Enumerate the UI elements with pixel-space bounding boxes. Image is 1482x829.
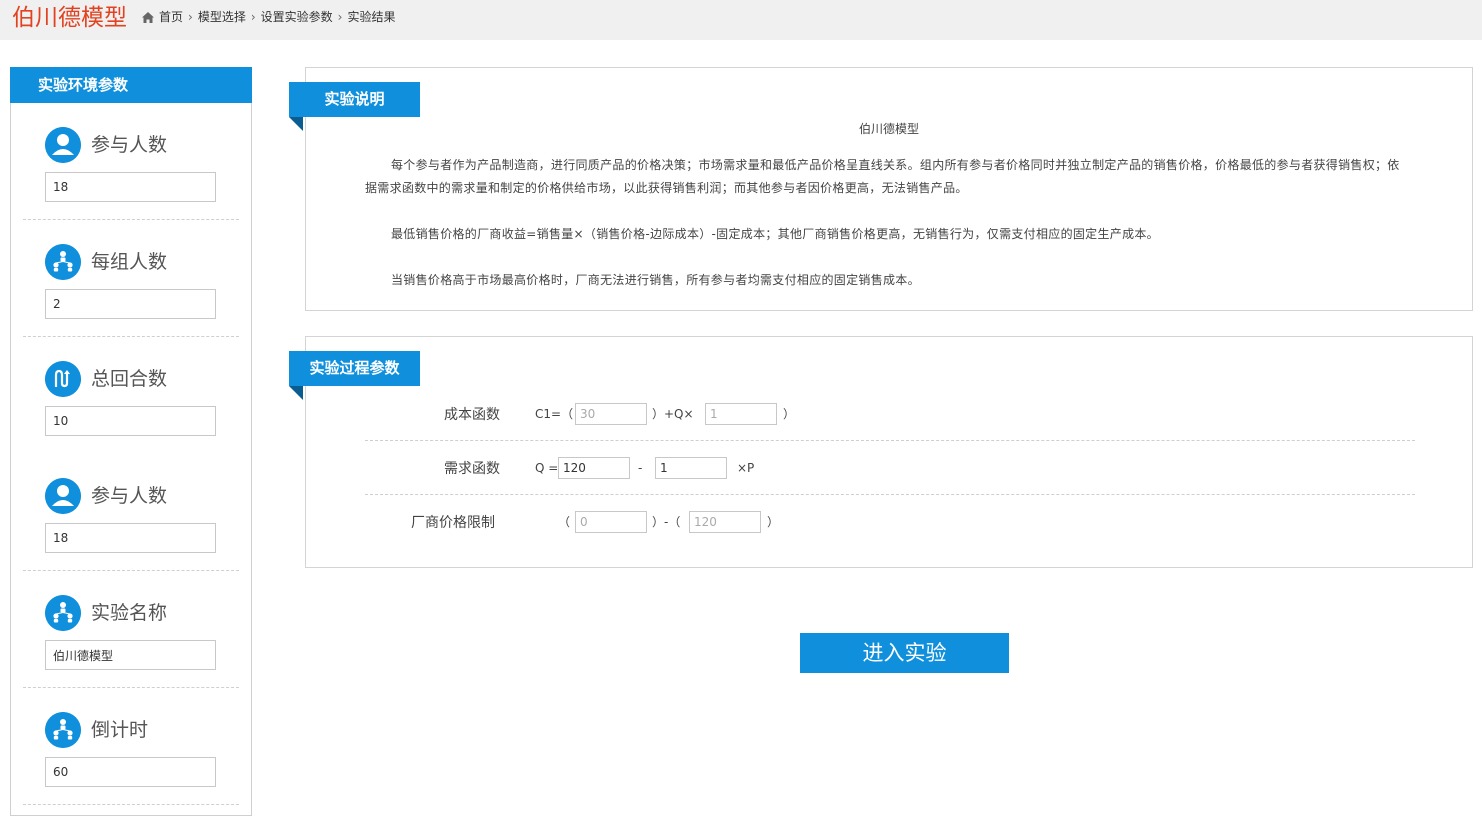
participants-input-2[interactable] <box>45 523 216 553</box>
group-icon <box>45 595 81 631</box>
param-rounds: 总回合数 <box>11 337 251 454</box>
demand-suffix: ×P <box>737 461 755 475</box>
demand-slope-input[interactable] <box>655 457 727 479</box>
countdown-input[interactable] <box>45 757 216 787</box>
top-bar: 伯川德模型 首页 › 模型选择 › 设置实验参数 › 实验结果 <box>0 0 1482 40</box>
group-icon <box>45 712 81 748</box>
description-paragraph-2: 最低销售价格的厂商收益=销售量×（销售价格-边际成本）-固定成本；其他厂商销售价… <box>391 227 1159 241</box>
price-limit-row: 厂商价格限制 （ ）-（ ） <box>365 495 1415 549</box>
cost-function-row: 成本函数 C1=（ ）+Q× ） <box>365 387 1415 441</box>
price-min-input[interactable] <box>575 511 647 533</box>
param-label: 实验名称 <box>91 602 168 624</box>
price-limit-label: 厂商价格限制 <box>411 515 495 531</box>
param-label: 总回合数 <box>91 368 168 390</box>
enter-experiment-button[interactable]: 进入实验 <box>800 633 1009 673</box>
user-icon <box>45 478 81 514</box>
home-icon[interactable] <box>141 11 155 24</box>
marginal-cost-input[interactable] <box>705 403 777 425</box>
cost-mid: ）+Q× <box>652 407 694 421</box>
divider <box>23 804 239 805</box>
param-label: 每组人数 <box>91 251 168 273</box>
demand-intercept-input[interactable] <box>558 457 630 479</box>
description-title: 伯川德模型 <box>858 122 919 136</box>
group-size-input[interactable] <box>45 289 216 319</box>
breadcrumb-result: 实验结果 <box>347 10 396 24</box>
description-paragraph-3: 当销售价格高于市场最高价格时，厂商无法进行销售，所有参与者均需支付相应的固定销售… <box>391 273 920 287</box>
rounds-input[interactable] <box>45 406 216 436</box>
chevron-right-icon: › <box>188 10 193 24</box>
experiment-name-input[interactable] <box>45 640 216 670</box>
param-participants-2: 参与人数 <box>11 454 251 571</box>
breadcrumb-set-params[interactable]: 设置实验参数 <box>261 9 333 25</box>
limit-mid: ）-（ <box>652 515 681 529</box>
param-experiment-name: 实验名称 <box>11 571 251 688</box>
description-paragraph-1: 每个参与者作为产品制造商，进行同质产品的价格决策；市场需求量和最低产品价格呈直线… <box>365 158 1400 195</box>
param-label: 参与人数 <box>91 134 168 156</box>
breadcrumb-model-select[interactable]: 模型选择 <box>198 9 246 25</box>
fixed-cost-input[interactable] <box>575 403 647 425</box>
rounds-icon <box>45 361 81 397</box>
sidebar-title: 实验环境参数 <box>10 67 252 103</box>
cost-suffix: ） <box>783 407 796 421</box>
param-countdown: 倒计时 <box>11 688 251 805</box>
process-tag: 实验过程参数 <box>289 351 420 400</box>
limit-open: （ <box>558 515 571 529</box>
breadcrumb-home[interactable]: 首页 <box>159 9 183 25</box>
param-label: 倒计时 <box>91 719 149 741</box>
description-panel: 实验说明 伯川德模型 每个参与者作为产品制造商，进行同质产品的价格决策；市场需求… <box>289 67 1473 311</box>
chevron-right-icon: › <box>337 10 343 24</box>
demand-prefix: Q = <box>535 461 559 475</box>
description-tag: 实验说明 <box>289 82 420 131</box>
chevron-right-icon: › <box>250 10 256 24</box>
group-icon <box>45 244 81 280</box>
participants-input[interactable] <box>45 172 216 202</box>
price-max-input[interactable] <box>689 511 761 533</box>
process-panel: 实验过程参数 成本函数 C1=（ ）+Q× ） 需求函数 Q = - ×P 厂商… <box>289 336 1473 568</box>
breadcrumb: 首页 › 模型选择 › 设置实验参数 › 实验结果 <box>141 9 396 25</box>
sidebar: 实验环境参数 参与人数 每组人数 总回合数 <box>10 67 252 816</box>
demand-minus: - <box>638 461 643 475</box>
param-group-size: 每组人数 <box>11 220 251 337</box>
demand-function-label: 需求函数 <box>444 461 500 477</box>
param-label: 参与人数 <box>91 485 168 507</box>
limit-close: ） <box>767 515 780 529</box>
cost-prefix: C1=（ <box>535 407 574 421</box>
user-icon <box>45 127 81 163</box>
cost-function-label: 成本函数 <box>444 407 500 423</box>
param-participants: 参与人数 <box>11 103 251 220</box>
demand-function-row: 需求函数 Q = - ×P <box>365 441 1415 495</box>
app-title: 伯川德模型 <box>12 5 127 31</box>
